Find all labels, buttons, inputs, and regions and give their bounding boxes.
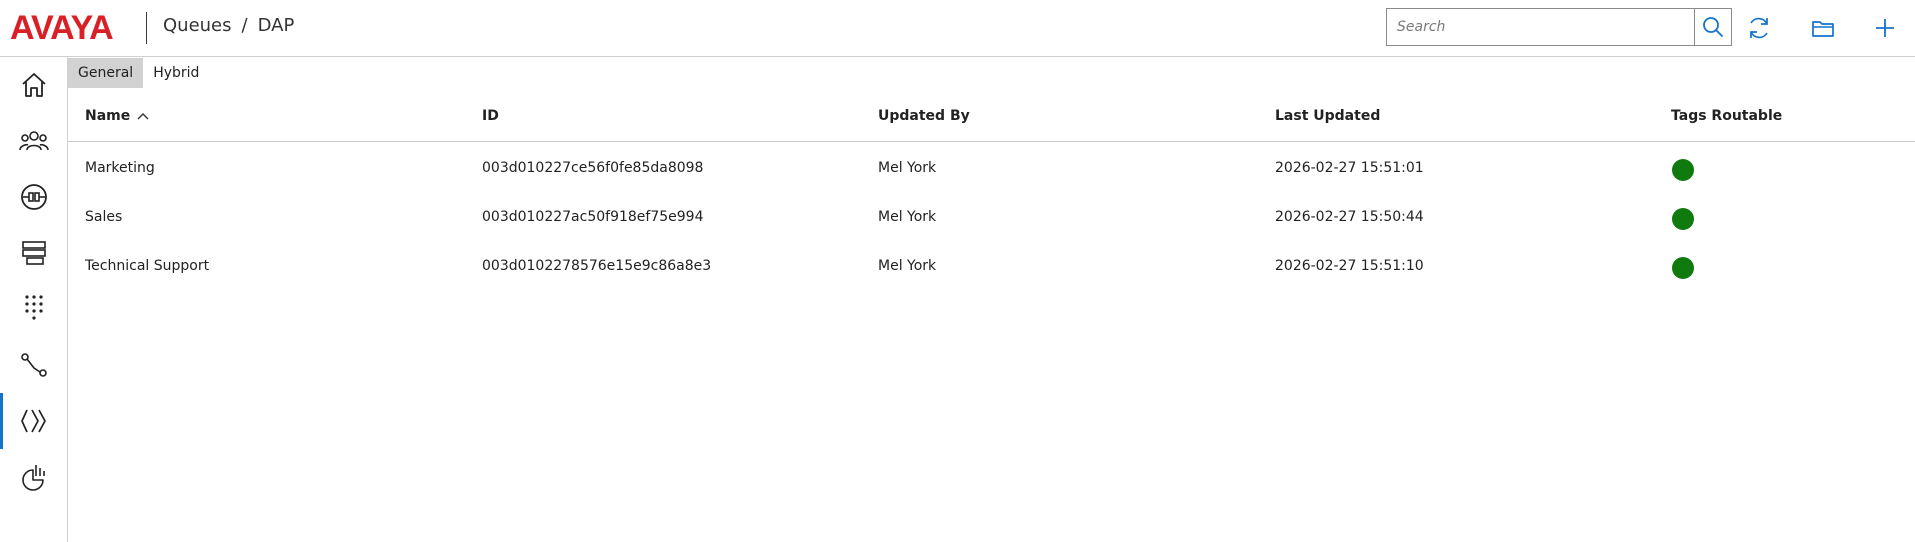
- sidebar-item-integrations[interactable]: [0, 169, 68, 225]
- users-icon: [19, 131, 49, 151]
- refresh-icon: [1750, 17, 1768, 39]
- table-row[interactable]: Marketing 003d010227ce56f0fe85da8098 Mel…: [68, 150, 1915, 199]
- folder-button[interactable]: [1807, 12, 1839, 44]
- queues-stack-icon: [22, 241, 46, 265]
- avaya-logo: AVAYA: [10, 10, 136, 46]
- chevrons-icon: [21, 409, 46, 433]
- cell-name: Marketing: [85, 160, 155, 176]
- cell-name: Sales: [85, 209, 123, 225]
- sidebar-item-routing[interactable]: [0, 337, 68, 393]
- home-icon: [22, 73, 46, 97]
- table-header: Name ID Updated By Last Updated Tags Rou…: [68, 100, 1915, 142]
- folder-icon: [1812, 21, 1834, 37]
- column-header-tags-routable[interactable]: Tags Routable: [1671, 108, 1782, 124]
- cell-id: 003d0102278576e15e9c86a8e3: [482, 258, 712, 274]
- tab-general[interactable]: General: [68, 58, 144, 88]
- add-button[interactable]: [1869, 12, 1901, 44]
- column-label-updated-by: Updated By: [878, 108, 970, 124]
- top-header: AVAYA Queues / DAP: [0, 0, 1915, 57]
- analytics-icon: [22, 465, 45, 491]
- sidebar-item-queues[interactable]: [0, 225, 68, 281]
- cell-id: 003d010227ce56f0fe85da8098: [482, 160, 704, 176]
- cell-updated-by: Mel York: [878, 209, 937, 225]
- dialpad-icon: [25, 295, 43, 320]
- plus-icon: [1876, 19, 1894, 37]
- column-header-name[interactable]: Name: [85, 108, 150, 124]
- table-row[interactable]: Technical Support 003d0102278576e15e9c86…: [68, 248, 1915, 297]
- cell-last-updated: 2026-02-27 15:51:10: [1275, 258, 1424, 274]
- app-window: AVAYA Queues / DAP Search General Hybrid…: [0, 0, 1915, 542]
- table-row[interactable]: Sales 003d010227ac50f918ef75e994 Mel Yor…: [68, 199, 1915, 248]
- cell-name: Technical Support: [85, 258, 210, 274]
- search-box: [1386, 8, 1732, 46]
- breadcrumb: Queues / DAP: [163, 15, 294, 36]
- column-header-updated-by[interactable]: Updated By: [878, 108, 970, 124]
- breadcrumb-separator: /: [241, 15, 248, 36]
- logo-divider: [146, 12, 147, 44]
- sidebar-item-home[interactable]: [0, 57, 68, 113]
- breadcrumb-section[interactable]: Queues: [163, 15, 232, 36]
- search-icon: [1703, 17, 1723, 37]
- cell-last-updated: 2026-02-27 15:51:01: [1275, 160, 1424, 176]
- sidebar-item-users[interactable]: [0, 113, 68, 169]
- sidebar-item-dap[interactable]: [0, 393, 68, 449]
- logo-text: AVAYA: [10, 10, 113, 46]
- tab-hybrid[interactable]: Hybrid: [143, 58, 209, 88]
- tags-routable-status-dot: [1672, 159, 1694, 181]
- queues-table: Name ID Updated By Last Updated Tags Rou…: [68, 100, 1915, 297]
- tags-routable-status-dot: [1672, 208, 1694, 230]
- cell-id: 003d010227ac50f918ef75e994: [482, 209, 704, 225]
- column-label-tags-routable: Tags Routable: [1671, 108, 1783, 124]
- column-label-last-updated: Last Updated: [1275, 108, 1381, 124]
- sidebar-nav: [0, 57, 68, 542]
- search-input[interactable]: [1387, 9, 1694, 45]
- sidebar-item-analytics[interactable]: [0, 449, 68, 505]
- routing-icon: [21, 353, 47, 377]
- cell-last-updated: 2026-02-27 15:50:44: [1275, 209, 1424, 225]
- column-header-id[interactable]: ID: [482, 108, 499, 124]
- column-label-name: Name: [85, 108, 131, 124]
- tags-routable-status-dot: [1672, 257, 1694, 279]
- search-button[interactable]: [1694, 9, 1731, 45]
- tab-bar: General Hybrid: [68, 58, 209, 88]
- column-label-id: ID: [482, 108, 499, 124]
- refresh-button[interactable]: [1743, 12, 1775, 44]
- cell-updated-by: Mel York: [878, 160, 937, 176]
- sidebar-item-dialpad[interactable]: [0, 281, 68, 337]
- breadcrumb-current: DAP: [257, 15, 295, 36]
- column-header-last-updated[interactable]: Last Updated: [1275, 108, 1380, 124]
- cell-updated-by: Mel York: [878, 258, 937, 274]
- plug-icon: [21, 184, 47, 210]
- sort-ascending-icon: [137, 113, 149, 120]
